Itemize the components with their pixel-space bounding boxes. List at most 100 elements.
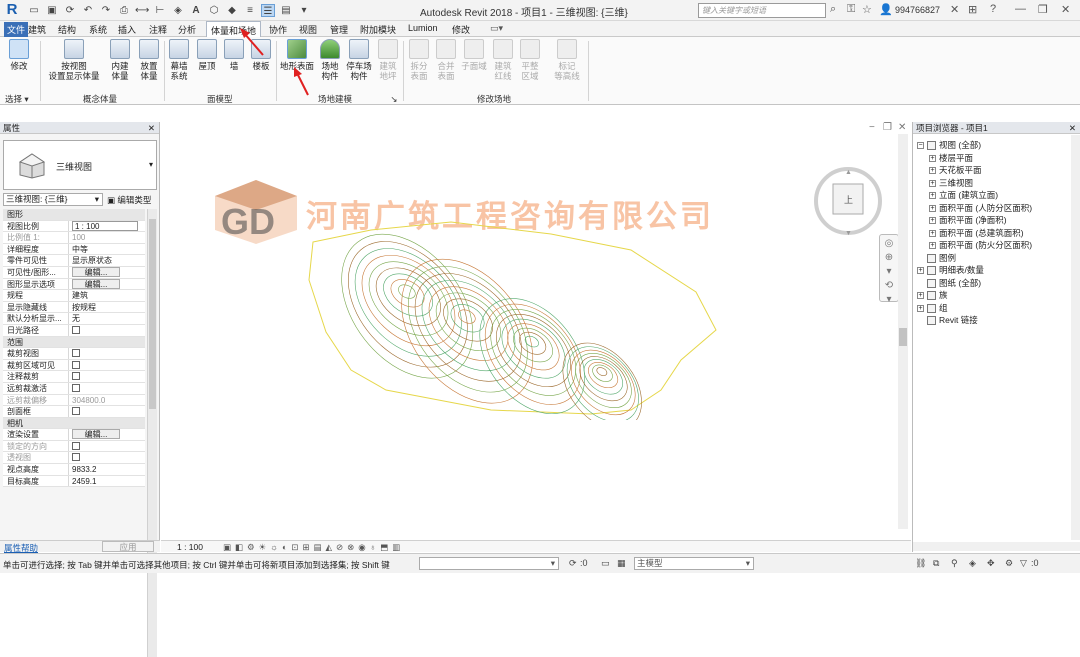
property-line-button[interactable]: 建筑 红线 [491, 39, 515, 81]
background-process-icon[interactable]: ⚙ [1005, 558, 1013, 569]
expand-icon[interactable]: + [929, 229, 936, 237]
property-value[interactable] [69, 325, 145, 336]
property-value[interactable]: 2459.1 [69, 476, 145, 487]
tab-architecture[interactable]: 建筑 [28, 23, 46, 36]
browser-item[interactable]: + 面积平面 (人防分区面积) [917, 202, 1032, 215]
view-3d-icon[interactable]: ⬡ [207, 4, 221, 17]
property-value[interactable]: 9833.2 [69, 464, 145, 475]
edit-button[interactable]: 编辑... [72, 278, 120, 289]
label-contours-button[interactable]: 标记 等高线 [552, 39, 582, 81]
view-scale-input[interactable]: 1 : 100 [72, 220, 138, 231]
exchange-icon[interactable]: ✕ [950, 3, 959, 16]
select-underlay-icon[interactable]: ⧉ [933, 558, 939, 569]
browser-item[interactable]: + 立面 (建筑立面) [917, 189, 1032, 202]
property-value[interactable] [69, 348, 145, 359]
design-option-icon[interactable]: ▦ [617, 558, 626, 569]
edit-button[interactable]: 编辑... [72, 429, 120, 440]
expand-icon[interactable]: + [929, 192, 936, 200]
tab-annotate[interactable]: 注释 [149, 23, 167, 36]
subregion-button[interactable]: 子面域 [461, 39, 487, 71]
tab-options-icon[interactable]: ▭▾ [490, 23, 503, 34]
property-section[interactable]: 相机 [3, 417, 145, 430]
wall-by-face-button[interactable]: 墙 [222, 39, 246, 71]
select-dropdown[interactable]: 选择 ▾ [5, 93, 29, 105]
apply-button[interactable]: 应用 [102, 541, 154, 552]
toposurface[interactable] [301, 220, 721, 420]
parking-component-button[interactable]: 停车场 构件 [344, 39, 374, 81]
favorites-icon[interactable]: ☆ [862, 3, 872, 16]
toposurface-button[interactable]: 地形表面 [280, 39, 314, 71]
select-by-face-icon[interactable]: ◈ [969, 558, 976, 569]
view-control-icons[interactable]: ▣◧⚙☀☼◐⊡⊞▤◭⊘⊗◉♁⬒▥ [223, 542, 404, 553]
drag-elements-icon[interactable]: ✥ [987, 558, 995, 569]
tab-view[interactable]: 视图 [299, 23, 317, 36]
tab-file[interactable]: 文件 [4, 22, 29, 37]
expand-icon[interactable]: + [929, 167, 936, 175]
property-value[interactable] [69, 360, 145, 371]
property-value[interactable]: 无 [69, 313, 145, 324]
undo-icon[interactable]: ↶ [81, 4, 95, 17]
property-value[interactable] [69, 371, 145, 382]
revit-logo-icon[interactable]: R [3, 1, 21, 19]
select-pinned-icon[interactable]: ⚲ [951, 558, 958, 569]
floor-by-face-button[interactable]: 楼板 [249, 39, 273, 71]
expand-icon[interactable]: + [929, 217, 936, 225]
property-value[interactable]: 100 [69, 232, 145, 243]
property-value[interactable]: 304800.0 [69, 395, 145, 406]
expand-icon[interactable]: + [929, 242, 936, 250]
browser-hscrollbar[interactable] [913, 542, 1080, 551]
property-section[interactable]: 范围 [3, 336, 145, 349]
expand-icon[interactable]: + [929, 154, 936, 162]
browser-item[interactable]: 图例 [917, 252, 1032, 265]
property-value[interactable] [69, 441, 145, 452]
place-mass-button[interactable]: 放置 体量 [136, 39, 162, 81]
property-value[interactable]: 1 : 100 [69, 220, 145, 232]
browser-item[interactable]: − 视图 (全部) [917, 139, 1032, 152]
view-scale[interactable]: 1 : 100 [177, 542, 203, 552]
tab-addins[interactable]: 附加模块 [360, 23, 396, 36]
text-icon[interactable]: A [189, 4, 203, 17]
sync-icon[interactable]: ⟳ [63, 4, 77, 17]
help-icon[interactable]: ? [990, 3, 996, 15]
property-value[interactable]: 中等 [69, 244, 145, 255]
inplace-mass-button[interactable]: 内建 体量 [107, 39, 133, 81]
minimize-icon[interactable]: — [1015, 3, 1026, 15]
subscription-icon[interactable]: ⚿ [847, 3, 855, 16]
tab-modify[interactable]: 修改 [452, 23, 470, 36]
tab-analyze[interactable]: 分析 [178, 23, 196, 36]
design-option-dropdown[interactable]: 主模型 ▾ [634, 557, 754, 570]
user-icon[interactable]: 👤 [879, 3, 893, 16]
collapse-icon[interactable]: − [917, 142, 924, 150]
property-section[interactable]: 图形 [3, 209, 145, 221]
browser-item[interactable]: + 明细表/数量 [917, 264, 1032, 277]
property-checkbox[interactable] [72, 360, 80, 369]
property-checkbox[interactable] [72, 372, 80, 381]
show-mass-button[interactable]: 按视图 设置显示体量 [46, 39, 102, 81]
tab-massing-site[interactable]: 体量和场地 [206, 21, 262, 38]
browser-item[interactable]: + 族 [917, 289, 1032, 302]
modify-button[interactable]: 修改 [4, 39, 34, 71]
property-value[interactable] [69, 406, 145, 417]
measure-icon[interactable]: ⟷ [135, 4, 149, 17]
navigation-bar[interactable]: ◎ ⊕ ▾ ⟲ ▾ [879, 234, 899, 305]
close-icon[interactable]: ✕ [148, 122, 155, 134]
more-icon[interactable]: ▾ [880, 294, 898, 305]
browser-item[interactable]: Revit 链接 [917, 314, 1032, 327]
editable-icon[interactable]: ⟳ [569, 558, 577, 569]
property-value[interactable]: 编辑... [69, 278, 145, 290]
property-checkbox[interactable] [72, 325, 80, 334]
browser-scrollbar[interactable] [1071, 135, 1080, 540]
expand-icon[interactable]: + [917, 267, 924, 275]
cart-icon[interactable]: ⊞ [968, 3, 977, 16]
tab-lumion[interactable]: Lumion [408, 23, 438, 33]
browser-item[interactable]: + 面积平面 (总建筑面积) [917, 227, 1032, 240]
close-icon[interactable]: ✕ [1069, 122, 1076, 134]
expand-icon[interactable]: + [917, 304, 924, 312]
type-selector[interactable]: 三维视图 ▾ [3, 140, 157, 190]
property-checkbox[interactable] [72, 407, 80, 416]
thin-lines-icon[interactable]: ≡ [243, 4, 257, 17]
property-checkbox[interactable] [72, 453, 80, 462]
site-component-button[interactable]: 场地 构件 [318, 39, 342, 81]
zoom-icon[interactable]: ⊕ [880, 252, 898, 263]
save-icon[interactable]: ▣ [45, 4, 59, 17]
